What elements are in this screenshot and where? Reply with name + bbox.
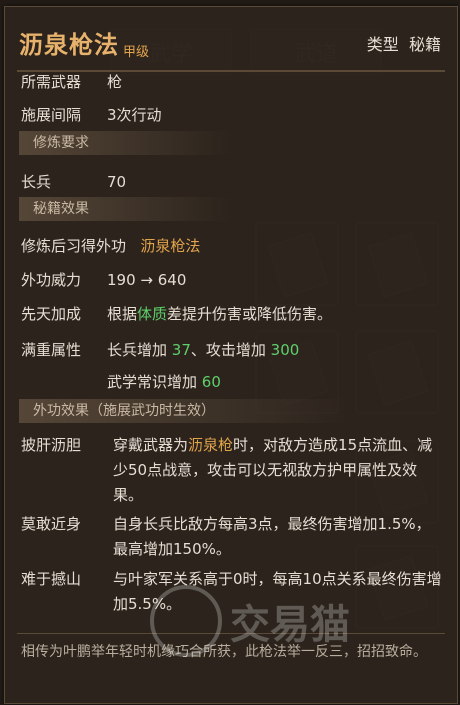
power-row: 外功威力 190 → 640 bbox=[21, 269, 186, 290]
section-skill-effect: 外功效果（施展武功时生效） bbox=[19, 399, 353, 423]
innate-label: 先天加成 bbox=[21, 305, 82, 323]
interval-value: 3次行动 bbox=[107, 106, 162, 124]
weapon-row: 所需武器 枪 bbox=[21, 71, 122, 92]
effect-1-pre: 穿戴武器为 bbox=[113, 436, 189, 454]
effect-1: 披肝沥胆 穿戴武器为沥泉枪时，对敌方造成15点流血、减少50点战意，攻击可以无视… bbox=[21, 433, 443, 508]
watermark-logo-icon bbox=[150, 585, 222, 657]
full-2-pre: 武学常识增加 bbox=[107, 373, 202, 391]
full-1-pre: 长兵增加 bbox=[107, 341, 172, 359]
requirement-row: 长兵 70 bbox=[21, 171, 126, 192]
full-1-mid: 、攻击增加 bbox=[190, 341, 271, 359]
power-label: 外功威力 bbox=[21, 271, 82, 289]
effect-2-label: 莫敢近身 bbox=[21, 515, 82, 533]
power-value: 190 → 640 bbox=[107, 271, 187, 289]
skill-name: 沥泉枪法 bbox=[19, 30, 119, 59]
section-book-effect: 秘籍效果 bbox=[19, 197, 233, 221]
weapon-label: 所需武器 bbox=[21, 73, 82, 91]
full-1-val2: 300 bbox=[270, 341, 300, 359]
effect-1-key: 沥泉枪 bbox=[188, 436, 234, 454]
weapon-value: 枪 bbox=[107, 73, 123, 91]
learn-row: 修炼后习得外功 沥泉枪法 bbox=[21, 235, 200, 256]
full-row-2: 武学常识增加 60 bbox=[21, 371, 221, 392]
type-value: 秘籍 bbox=[408, 35, 441, 54]
effect-3-label: 难于撼山 bbox=[21, 570, 82, 588]
interval-row: 施展间隔 3次行动 bbox=[21, 104, 162, 125]
requirement-label: 长兵 bbox=[21, 173, 52, 191]
effect-1-label: 披肝沥胆 bbox=[21, 436, 82, 454]
full-label: 满重属性 bbox=[21, 341, 82, 359]
skill-grade: 甲级 bbox=[123, 45, 150, 60]
full-1-val: 37 bbox=[171, 341, 191, 359]
innate-key: 体质 bbox=[137, 305, 168, 323]
requirement-value: 70 bbox=[107, 173, 127, 191]
watermark-text: 交易猫 bbox=[230, 602, 350, 648]
full-row-1: 满重属性 长兵增加 37、攻击增加 300 bbox=[21, 339, 299, 360]
tooltip-header: 沥泉枪法 甲级 类型 秘籍 bbox=[19, 25, 441, 65]
type-label: 类型 bbox=[366, 35, 399, 54]
interval-label: 施展间隔 bbox=[21, 106, 82, 124]
skill-type: 类型 秘籍 bbox=[367, 31, 441, 55]
innate-row: 先天加成 根据体质差提升伤害或降低伤害。 bbox=[21, 303, 332, 324]
section-requirement: 修炼要求 bbox=[19, 131, 233, 155]
learn-value: 沥泉枪法 bbox=[140, 237, 201, 255]
effect-2-text: 自身长兵比敌方每高3点，最终伤害增加1.5%，最高增加150%。 bbox=[113, 515, 431, 558]
effect-2: 莫敢近身 自身长兵比敌方每高3点，最终伤害增加1.5%，最高增加150%。 bbox=[21, 512, 443, 562]
innate-pre: 根据 bbox=[107, 305, 138, 323]
full-2-val: 60 bbox=[201, 373, 221, 391]
watermark: 交易猫 bbox=[150, 585, 350, 657]
learn-label: 修炼后习得外功 bbox=[21, 237, 127, 255]
innate-post: 差提升伤害或降低伤害。 bbox=[167, 305, 333, 323]
